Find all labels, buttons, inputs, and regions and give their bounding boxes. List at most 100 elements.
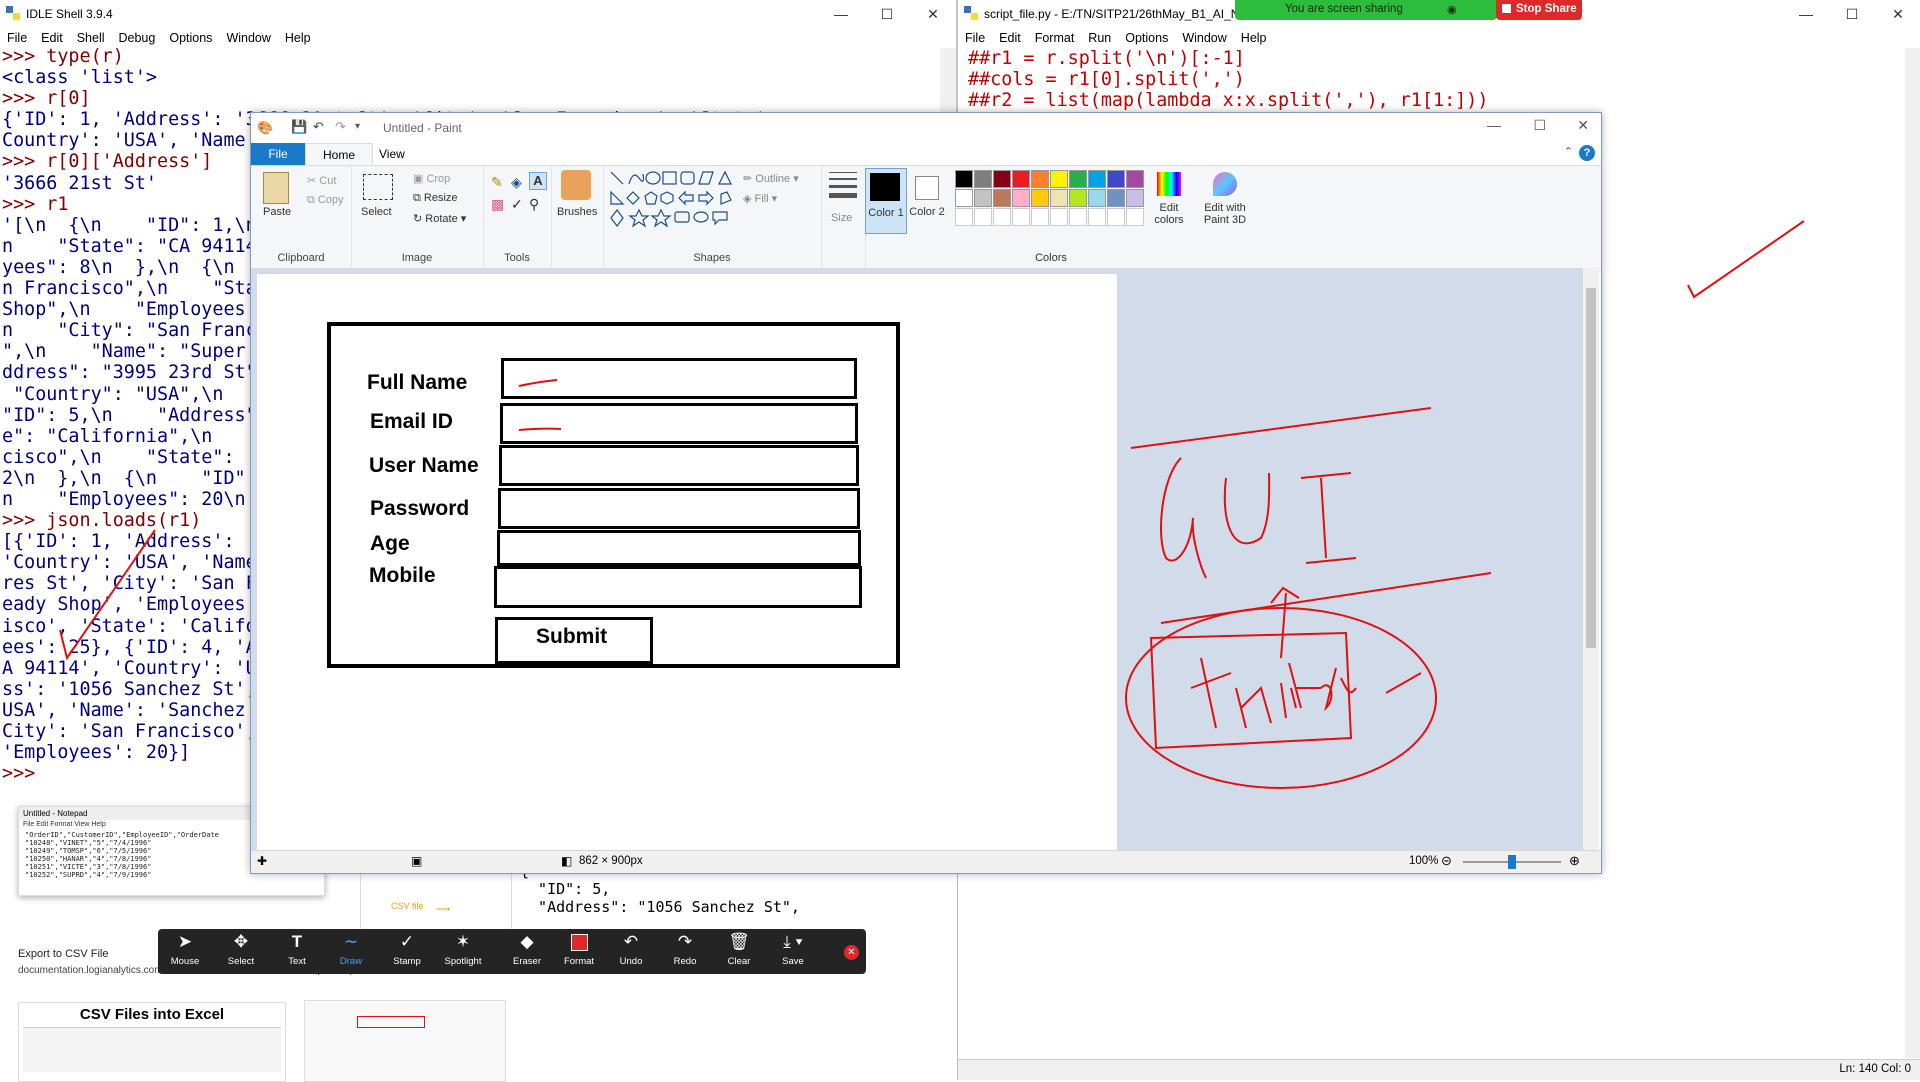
palette-swatch[interactable] bbox=[1107, 170, 1125, 188]
minimize-button[interactable]: — bbox=[1783, 0, 1829, 28]
help-icon[interactable]: ? bbox=[1579, 145, 1595, 161]
custom-color-slot[interactable] bbox=[974, 208, 992, 226]
close-button[interactable]: ✕ bbox=[1875, 0, 1920, 28]
palette-swatch[interactable] bbox=[1126, 170, 1144, 188]
script-menu-window[interactable]: Window bbox=[1175, 28, 1233, 48]
quick-access-dropdown-icon[interactable]: ▾ bbox=[355, 121, 360, 132]
palette-swatch[interactable] bbox=[1088, 189, 1106, 207]
text-tool[interactable]: T Text bbox=[272, 929, 322, 974]
palette-swatch[interactable] bbox=[1069, 189, 1087, 207]
custom-color-slot[interactable] bbox=[1031, 208, 1049, 226]
script-menu-format[interactable]: Format bbox=[1028, 28, 1082, 48]
select-tool[interactable]: ✥ Select bbox=[216, 929, 266, 974]
script-menu-help[interactable]: Help bbox=[1234, 28, 1274, 48]
palette-swatch[interactable] bbox=[974, 170, 992, 188]
close-toolbar-icon[interactable]: ✕ bbox=[844, 945, 859, 960]
paste-button[interactable]: Paste bbox=[263, 206, 291, 218]
eraser-icon[interactable]: ▩ bbox=[491, 196, 504, 213]
idle-menu-debug[interactable]: Debug bbox=[112, 28, 163, 48]
cut-button[interactable]: ✂ Cut bbox=[307, 174, 336, 187]
fill-bucket-icon[interactable]: ◈ bbox=[511, 174, 522, 191]
idle-menu-options[interactable]: Options bbox=[162, 28, 219, 48]
stop-share-button[interactable]: Stop Share bbox=[1496, 0, 1582, 20]
drawing-canvas[interactable]: Full Name Email ID User Name Password Ag… bbox=[257, 274, 1117, 859]
undo-icon[interactable]: ↶ bbox=[313, 119, 324, 135]
undo-tool[interactable]: ↶ Undo bbox=[606, 929, 656, 974]
edit-colors-button[interactable]: Edit colors bbox=[1149, 168, 1189, 232]
custom-color-slot[interactable] bbox=[993, 208, 1011, 226]
select-button[interactable]: Select bbox=[361, 206, 392, 218]
palette-swatch[interactable] bbox=[1069, 170, 1087, 188]
crop-button[interactable]: ▣ Crop bbox=[413, 172, 450, 185]
palette-swatch[interactable] bbox=[1088, 170, 1106, 188]
maximize-button[interactable]: ☐ bbox=[864, 0, 910, 28]
shapes-gallery[interactable] bbox=[609, 170, 735, 234]
custom-color-slot[interactable] bbox=[1126, 208, 1144, 226]
zoom-in-button[interactable]: ⊕ bbox=[1569, 853, 1580, 869]
idle-menu-file[interactable]: File bbox=[0, 28, 34, 48]
custom-color-slot[interactable] bbox=[1012, 208, 1030, 226]
script-scrollbar[interactable] bbox=[1905, 48, 1920, 1058]
pencil-icon[interactable]: ✎ bbox=[491, 174, 503, 191]
script-menu-edit[interactable]: Edit bbox=[992, 28, 1028, 48]
custom-color-slot[interactable] bbox=[955, 208, 973, 226]
copy-button[interactable]: ⧉ Copy bbox=[307, 194, 344, 207]
size-button[interactable]: Size bbox=[831, 212, 852, 224]
color-picker-icon[interactable]: ✓ bbox=[511, 196, 523, 213]
mouse-tool[interactable]: ➤ Mouse bbox=[160, 929, 210, 974]
palette-swatch[interactable] bbox=[955, 189, 973, 207]
stamp-tool[interactable]: ✓ Stamp bbox=[382, 929, 432, 974]
text-tool-icon[interactable]: A bbox=[529, 172, 547, 190]
eraser-tool[interactable]: ◆ Eraser bbox=[502, 929, 552, 974]
palette-swatch[interactable] bbox=[1107, 189, 1125, 207]
tab-home[interactable]: Home bbox=[305, 143, 373, 166]
idle-menu-edit[interactable]: Edit bbox=[34, 28, 70, 48]
palette-swatch[interactable] bbox=[955, 170, 973, 188]
script-menu-file[interactable]: File bbox=[958, 28, 992, 48]
ribbon-collapse-icon[interactable]: ⌃ bbox=[1564, 145, 1573, 158]
minimize-button[interactable]: — bbox=[818, 0, 864, 28]
script-code[interactable]: ##r1 = r.split('\n')[:-1] ##cols = r1[0].… bbox=[968, 48, 1488, 111]
zoom-slider[interactable] bbox=[1463, 855, 1561, 869]
palette-swatch[interactable] bbox=[1031, 189, 1049, 207]
color1-button[interactable]: Color 1 bbox=[865, 168, 907, 234]
csv-example-thumbnail[interactable]: CSV file ⟶ bbox=[360, 870, 512, 930]
palette-swatch[interactable] bbox=[974, 189, 992, 207]
custom-color-slot[interactable] bbox=[1050, 208, 1068, 226]
close-button[interactable]: ✕ bbox=[910, 0, 956, 28]
idle-menu-shell[interactable]: Shell bbox=[70, 28, 112, 48]
custom-color-slot[interactable] bbox=[1088, 208, 1106, 226]
canvas-scrollbar[interactable] bbox=[1583, 268, 1599, 851]
outline-button[interactable]: ✏ Outline ▾ bbox=[743, 172, 799, 185]
redo-icon[interactable]: ↷ bbox=[335, 119, 346, 135]
rotate-button[interactable]: ↻ Rotate ▾ bbox=[413, 212, 466, 225]
export-title[interactable]: Export to CSV File bbox=[18, 948, 108, 960]
save-tool[interactable]: ⤓ ▾ Save bbox=[768, 929, 818, 974]
csv-excel-thumbnail[interactable]: CSV Files into Excel bbox=[18, 1002, 286, 1082]
palette-swatch[interactable] bbox=[1012, 170, 1030, 188]
palette-swatch[interactable] bbox=[1012, 189, 1030, 207]
maximize-button[interactable]: ☐ bbox=[1533, 117, 1546, 134]
edit-paint3d-button[interactable]: Edit with Paint 3D bbox=[1193, 168, 1257, 232]
tab-file[interactable]: File bbox=[251, 143, 305, 165]
close-button[interactable]: ✕ bbox=[1577, 117, 1589, 134]
zoom-out-button[interactable]: ⊝ bbox=[1441, 853, 1452, 869]
script-menu-options[interactable]: Options bbox=[1118, 28, 1175, 48]
palette-swatch[interactable] bbox=[1050, 189, 1068, 207]
custom-color-slot[interactable] bbox=[1069, 208, 1087, 226]
palette-swatch[interactable] bbox=[993, 189, 1011, 207]
spreadsheet-thumbnail[interactable] bbox=[304, 1000, 506, 1082]
idle-menu-window[interactable]: Window bbox=[219, 28, 277, 48]
magnifier-icon[interactable]: ⚲ bbox=[529, 196, 539, 213]
redo-tool[interactable]: ↷ Redo bbox=[660, 929, 710, 974]
save-icon[interactable]: 💾 bbox=[291, 119, 307, 135]
brush-icon[interactable] bbox=[561, 170, 591, 200]
maximize-button[interactable]: ☐ bbox=[1829, 0, 1875, 28]
size-lines-icon[interactable] bbox=[829, 172, 857, 198]
format-tool[interactable]: Format bbox=[554, 929, 604, 974]
clear-tool[interactable]: 🗑 Clear bbox=[714, 929, 764, 974]
idle-menu-help[interactable]: Help bbox=[278, 28, 318, 48]
custom-color-slot[interactable] bbox=[1107, 208, 1125, 226]
palette-swatch[interactable] bbox=[1031, 170, 1049, 188]
brushes-button[interactable]: Brushes bbox=[557, 206, 597, 218]
